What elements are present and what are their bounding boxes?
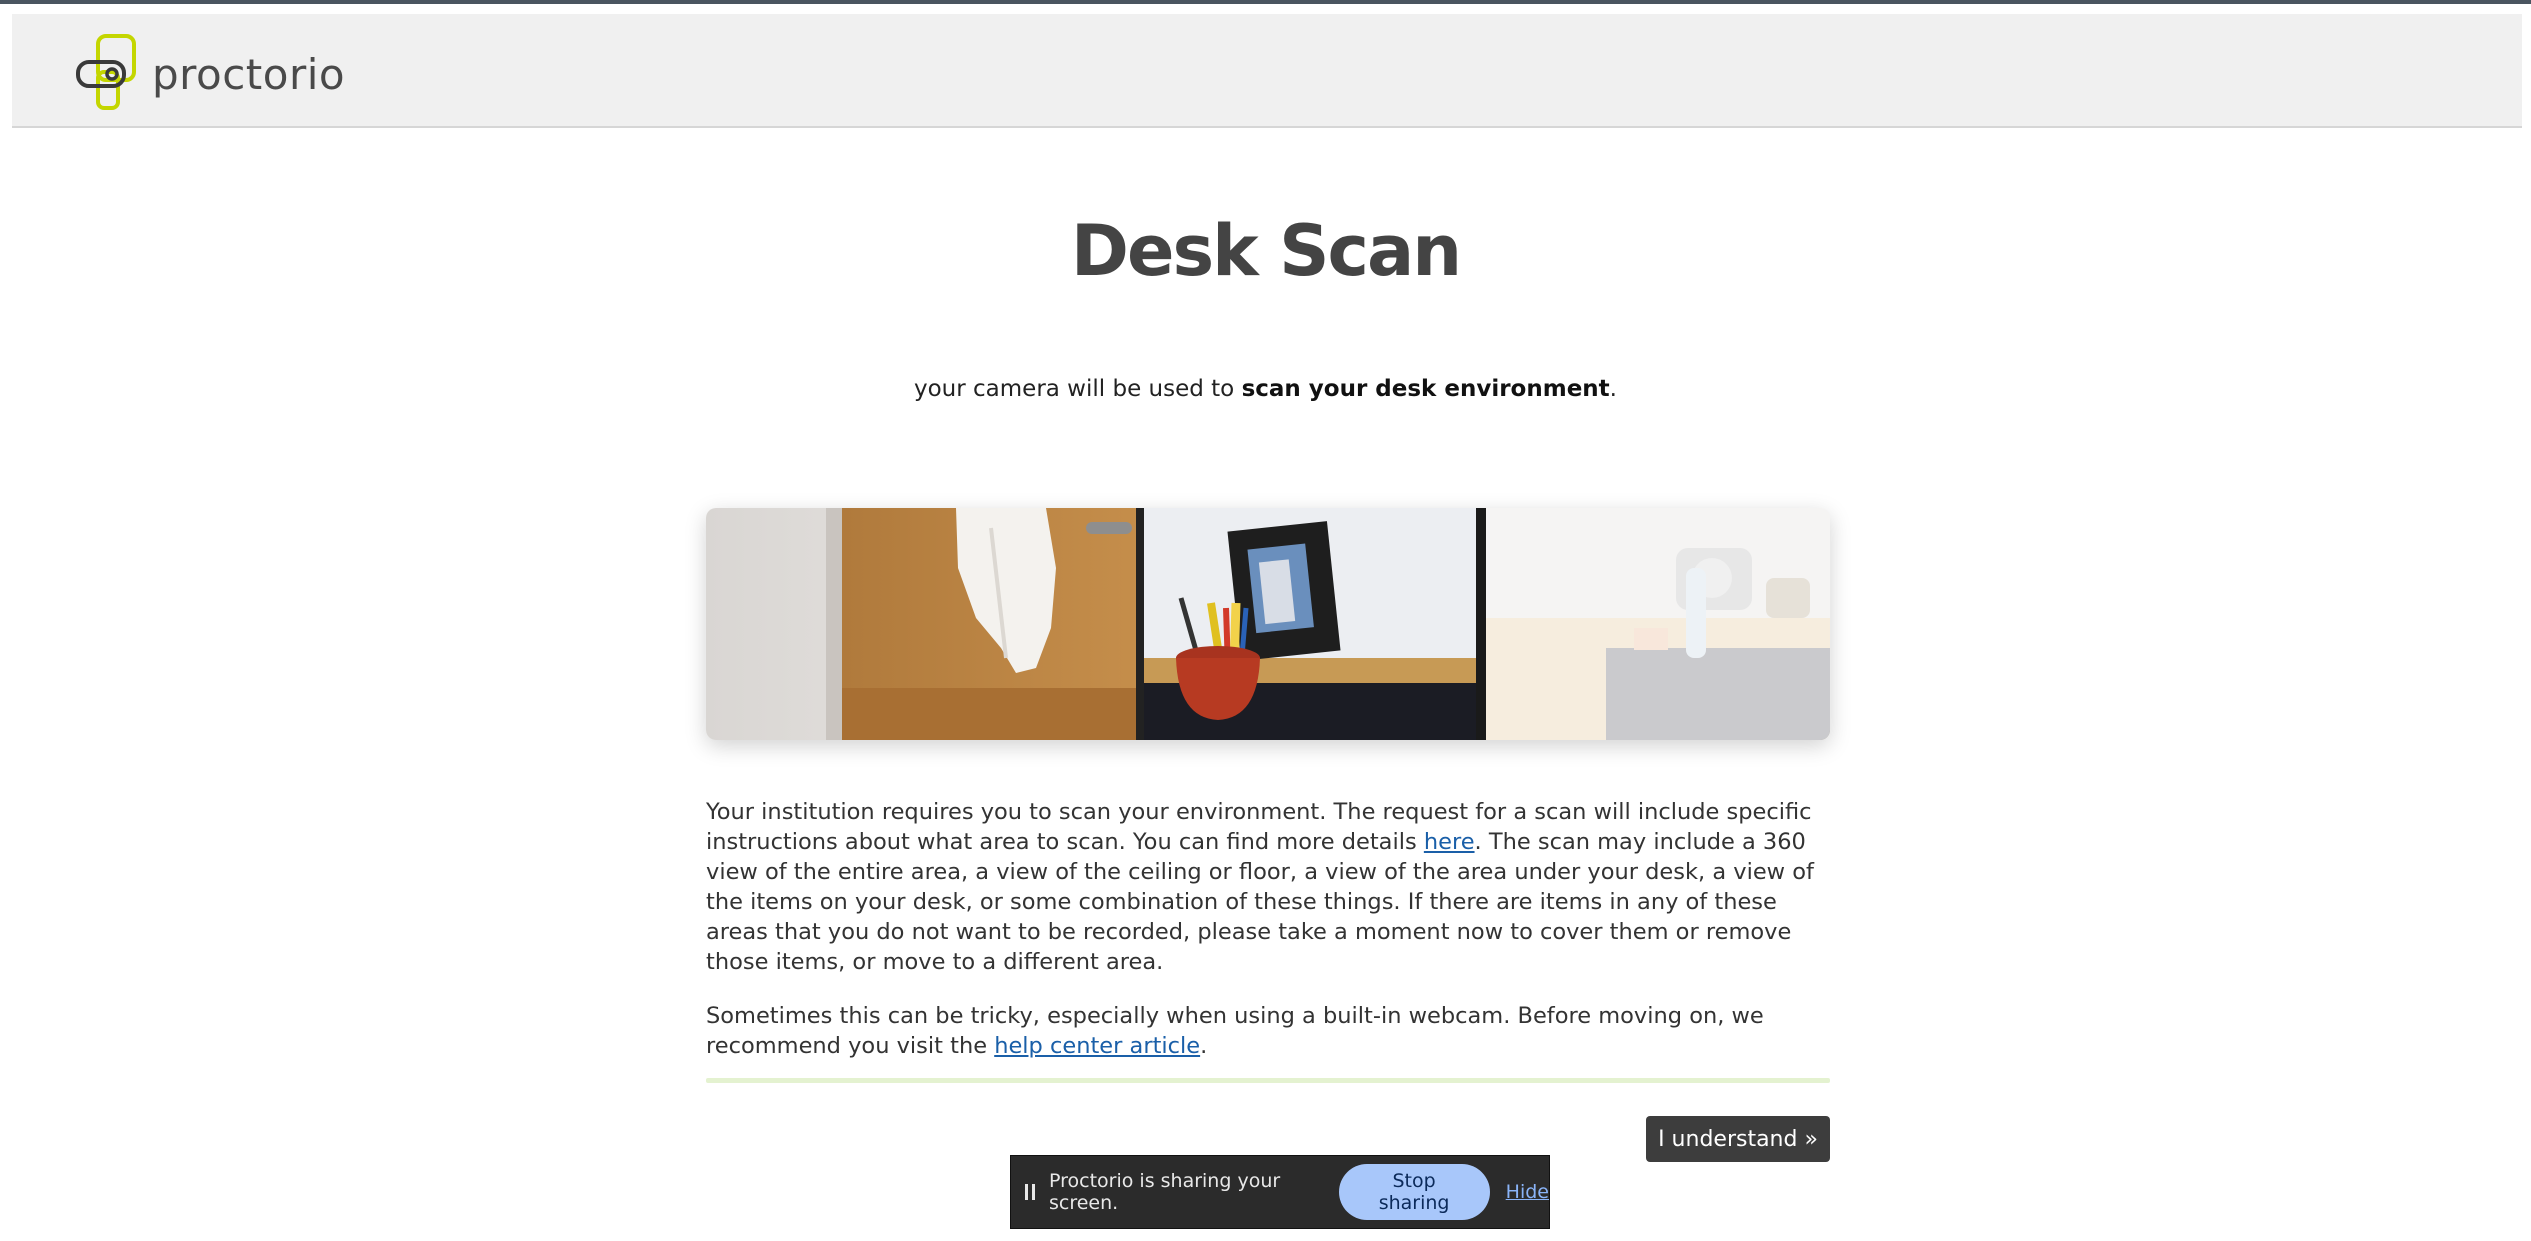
instructions: Your institution requires you to scan yo… xyxy=(706,797,1830,1085)
instructions-paragraph-2: Sometimes this can be tricky, especially… xyxy=(706,1001,1830,1061)
i-understand-button[interactable]: I understand » xyxy=(1646,1116,1830,1162)
app-header: proctorio xyxy=(12,14,2522,128)
instructions-paragraph-1: Your institution requires you to scan yo… xyxy=(706,797,1830,977)
desk-scan-photo-strip xyxy=(706,508,1830,740)
page-subtitle: your camera will be used to scan your de… xyxy=(0,376,2531,402)
hide-sharing-bar-link[interactable]: Hide xyxy=(1506,1181,1549,1203)
pause-icon[interactable] xyxy=(1025,1184,1035,1200)
progress-divider xyxy=(706,1078,1830,1083)
brand-name: proctorio xyxy=(152,49,346,99)
sharing-message: Proctorio is sharing your screen. xyxy=(1049,1170,1281,1214)
page-title: Desk Scan xyxy=(1070,210,1462,292)
subtitle-emphasis: scan your desk environment xyxy=(1241,376,1610,402)
subtitle-text: your camera will be used to xyxy=(914,376,1242,402)
proctorio-logo-icon xyxy=(76,34,136,110)
subtitle-suffix: . xyxy=(1609,376,1617,402)
details-here-link[interactable]: here xyxy=(1424,829,1475,855)
brand-logo: proctorio xyxy=(64,32,345,116)
stop-sharing-button[interactable]: Stop sharing xyxy=(1338,1164,1490,1220)
paragraph-2-text-end: . xyxy=(1200,1033,1208,1059)
desk-scan-illustration xyxy=(706,508,1830,740)
browser-top-strip xyxy=(0,0,2531,4)
help-center-article-link[interactable]: help center article xyxy=(994,1033,1200,1059)
paragraph-2-text: Sometimes this can be tricky, especially… xyxy=(706,1003,1764,1059)
screen-sharing-bar: Proctorio is sharing your screen. Stop s… xyxy=(1010,1155,1550,1229)
